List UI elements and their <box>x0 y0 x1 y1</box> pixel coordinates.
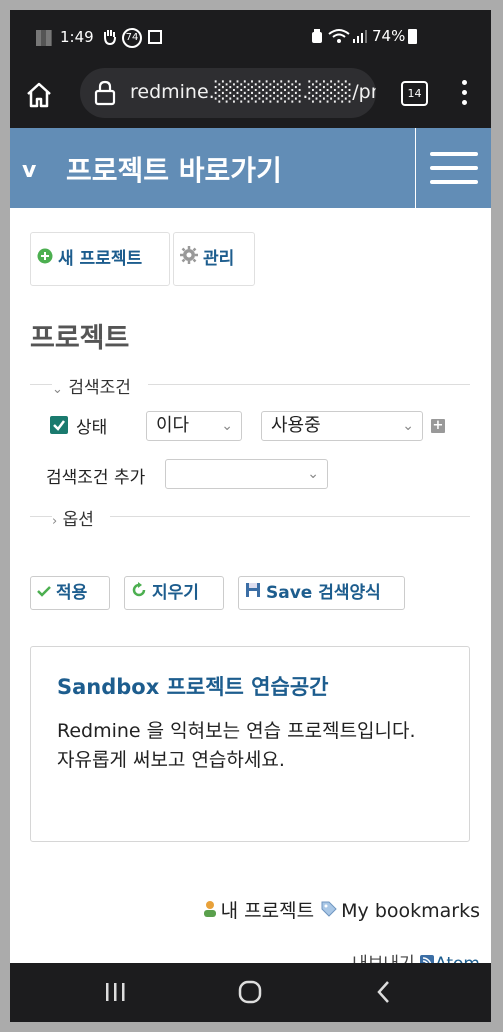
phone-screen: 1:49 74 74% redmine.░░░░░░.░░░/proj 14 v… <box>10 10 491 1022</box>
lock-icon <box>94 80 116 106</box>
hamburger-menu-icon[interactable] <box>415 128 491 208</box>
project-description-line: 자유롭게 써보고 연습하세요. <box>57 749 285 771</box>
main-content: 새 프로젝트 관리 프로젝트 ⌄ 검색조건 상태 이다 ⌄ 사용중 ⌄ + 검색… <box>10 208 491 974</box>
home-button[interactable] <box>24 80 56 112</box>
options-legend-label: 옵션 <box>62 510 94 530</box>
filters-legend[interactable]: ⌄ 검색조건 <box>52 373 131 398</box>
home-nav-icon[interactable] <box>220 963 280 1022</box>
bookmarks-label: My bookmarks <box>341 900 480 922</box>
wifi-icon <box>328 28 350 48</box>
status-value-text: 사용중 <box>271 415 321 436</box>
reload-icon <box>131 577 147 609</box>
add-filter-label: 검색조건 추가 <box>46 468 146 488</box>
my-projects-label: 내 프로젝트 <box>220 900 315 922</box>
project-description: Redmine 을 익혀보는 연습 프로젝트입니다. 자유롭게 써보고 연습하세… <box>57 717 449 775</box>
add-value-icon[interactable]: + <box>431 419 445 433</box>
project-jump-title[interactable]: 프로젝트 바로가기 <box>66 149 282 189</box>
manage-button[interactable]: 관리 <box>173 232 255 286</box>
hand-icon <box>102 27 118 49</box>
new-project-button[interactable]: 새 프로젝트 <box>30 232 170 286</box>
browser-toolbar: redmine.░░░░░░.░░░/proj 14 <box>10 66 491 128</box>
recent-apps-icon[interactable] <box>86 963 146 1022</box>
save-query-label: Save 검색양식 <box>266 583 381 603</box>
notification-count-badge: 74 <box>122 28 142 48</box>
checkbox-notification-icon <box>148 30 162 44</box>
divider <box>110 516 470 517</box>
divider <box>30 516 52 517</box>
tag-icon <box>320 900 338 923</box>
status-filter-label: 상태 <box>76 418 108 438</box>
site-header: v 프로젝트 바로가기 <box>10 128 491 208</box>
bookmarks-link[interactable]: My bookmarks <box>320 900 480 922</box>
chevron-down-icon: ⌄ <box>52 382 63 397</box>
project-card: Sandbox 프로젝트 연습공간 Redmine 을 익혀보는 연습 프로젝트… <box>30 646 470 842</box>
add-icon <box>37 233 53 285</box>
status-filter-checkbox[interactable] <box>50 416 68 434</box>
status-bar: 1:49 74 74% <box>10 10 491 66</box>
footer-links: 내 프로젝트 My bookmarks <box>202 896 480 923</box>
save-icon <box>245 577 261 609</box>
battery-icon <box>408 29 417 44</box>
clear-button[interactable]: 지우기 <box>124 576 224 610</box>
blurred-notification-icon <box>36 30 52 46</box>
manage-label: 관리 <box>203 249 235 269</box>
divider <box>30 384 52 385</box>
battery-percent: 74% <box>372 27 406 45</box>
checkmark-icon <box>53 420 65 431</box>
signal-icon <box>352 28 368 48</box>
options-legend[interactable]: › 옵션 <box>52 505 94 530</box>
url-text: redmine.░░░░░░.░░░/proj <box>130 81 376 103</box>
check-icon <box>37 577 51 609</box>
divider <box>148 384 470 385</box>
chevron-right-icon: › <box>52 514 58 529</box>
gear-icon <box>180 233 198 285</box>
save-query-button[interactable]: Save 검색양식 <box>238 576 405 610</box>
project-description-line: Redmine 을 익혀보는 연습 프로젝트입니다. <box>57 720 416 742</box>
filters-legend-label: 검색조건 <box>68 378 131 398</box>
tab-switcher-button[interactable]: 14 <box>401 81 428 106</box>
apply-label: 적용 <box>56 583 88 603</box>
status-value-select[interactable]: 사용중 ⌄ <box>261 411 423 441</box>
alarm-icon <box>310 28 324 48</box>
status-operator-value: 이다 <box>156 415 190 436</box>
page-title: 프로젝트 <box>30 323 130 354</box>
back-icon[interactable] <box>354 963 414 1022</box>
status-operator-select[interactable]: 이다 ⌄ <box>146 411 242 441</box>
new-project-label: 새 프로젝트 <box>58 249 143 269</box>
project-jump-toggle[interactable]: v <box>22 158 36 183</box>
more-menu-icon[interactable] <box>462 80 470 108</box>
address-bar[interactable]: redmine.░░░░░░.░░░/proj <box>80 68 376 118</box>
home-icon <box>27 82 51 108</box>
system-navigation-bar <box>10 963 491 1022</box>
chevron-down-icon: ⌄ <box>307 466 319 482</box>
user-icon <box>202 900 218 923</box>
add-filter-select[interactable]: ⌄ <box>165 459 328 489</box>
chevron-down-icon: ⌄ <box>402 418 414 434</box>
my-projects-link[interactable]: 내 프로젝트 <box>202 900 321 922</box>
chevron-down-icon: ⌄ <box>221 418 233 434</box>
status-time: 1:49 <box>60 28 94 46</box>
clear-label: 지우기 <box>152 583 199 603</box>
apply-button[interactable]: 적용 <box>30 576 110 610</box>
project-name-link[interactable]: Sandbox 프로젝트 연습공간 <box>57 671 328 701</box>
